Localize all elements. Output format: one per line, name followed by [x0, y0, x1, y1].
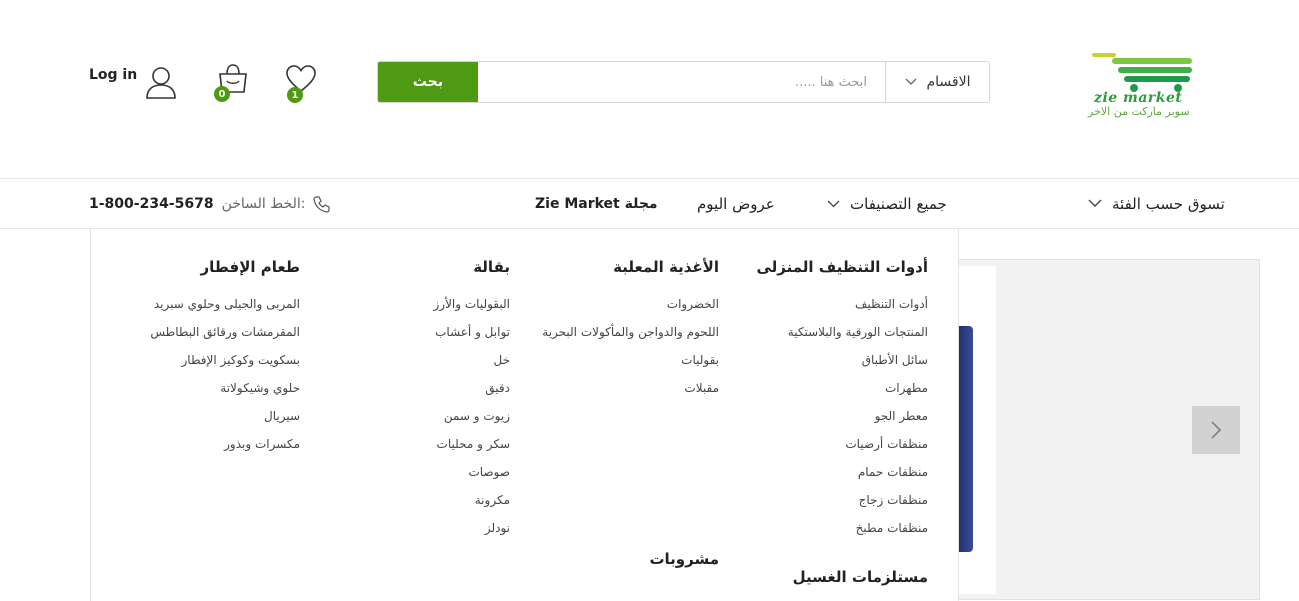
nav-shop-by-category[interactable]: تسوق حسب الفئة: [1088, 179, 1225, 228]
nav-shop-by-category-label: تسوق حسب الفئة: [1112, 194, 1225, 213]
chevron-down-icon: [1088, 199, 1102, 207]
menu-column-title[interactable]: بقالة: [310, 258, 510, 276]
menu-item[interactable]: المربى والجيلى وحلوي سبريد: [100, 296, 300, 324]
nav-magazine-label: مجلة Zie Market: [535, 195, 658, 212]
menu-item[interactable]: أدوات التنظيف: [728, 296, 928, 324]
chevron-right-icon: [1211, 421, 1222, 439]
main-nav: تسوق حسب الفئة جميع التصنيفات عروض اليوم…: [0, 178, 1299, 229]
menu-list: المربى والجيلى وحلوي سبريد المقرمشات ورق…: [100, 296, 300, 464]
menu-column-title[interactable]: الأغذية المعلبة: [499, 258, 719, 276]
menu-column-household-cleaning: أدوات التنظيف المنزلى أدوات التنظيف المن…: [728, 229, 928, 601]
category-select-label: الاقسام: [926, 74, 971, 90]
nav-todays-deals[interactable]: عروض اليوم: [697, 179, 775, 228]
menu-column-title[interactable]: أدوات التنظيف المنزلى: [728, 258, 928, 276]
logo-cart-icon: [1092, 53, 1192, 92]
menu-item[interactable]: مقبلات: [499, 380, 719, 408]
menu-item[interactable]: منظفات أرضيات: [728, 436, 928, 464]
menu-item[interactable]: خل: [310, 352, 510, 380]
menu-column-grocery: بقالة البقوليات والأرز توابل و أعشاب خل …: [310, 229, 511, 548]
menu-item[interactable]: سكر و محليات: [310, 436, 510, 464]
menu-item[interactable]: منظفات مطبخ: [728, 520, 928, 548]
menu-item[interactable]: معطر الجو: [728, 408, 928, 436]
site-header: zie market سوبر ماركت من الاخر بحث الاقس…: [0, 0, 1299, 178]
menu-item[interactable]: دقيق: [310, 380, 510, 408]
hotline[interactable]: 1-800-234-5678 الخط الساخن:: [89, 179, 331, 228]
menu-item[interactable]: نودلز: [310, 520, 510, 548]
chevron-down-icon: [827, 200, 840, 207]
menu-item[interactable]: مطهرات: [728, 380, 928, 408]
menu-list: أدوات التنظيف المنتجات الورقية والبلاستك…: [728, 296, 928, 548]
user-icon[interactable]: [145, 66, 177, 100]
search-bar: بحث الاقسام: [377, 61, 990, 103]
menu-item[interactable]: منظفات حمام: [728, 464, 928, 492]
nav-todays-deals-label: عروض اليوم: [697, 194, 775, 213]
phone-icon: [313, 195, 331, 213]
menu-item[interactable]: منظفات زجاج: [728, 492, 928, 520]
cart-button[interactable]: 0: [212, 62, 252, 104]
menu-item[interactable]: بقوليات: [499, 352, 719, 380]
search-button[interactable]: بحث: [378, 62, 478, 102]
search-input[interactable]: [478, 62, 885, 102]
menu-list: البقوليات والأرز توابل و أعشاب خل دقيق ز…: [310, 296, 511, 548]
menu-item[interactable]: زيوت و سمن: [310, 408, 510, 436]
menu-item[interactable]: الخضروات: [499, 296, 719, 324]
nav-magazine[interactable]: مجلة Zie Market: [535, 179, 658, 228]
login-link[interactable]: Log in: [89, 67, 137, 83]
menu-item[interactable]: سيريال: [100, 408, 300, 436]
wishlist-button[interactable]: 1: [284, 64, 318, 104]
menu-item[interactable]: صوصات: [310, 464, 510, 492]
logo-tagline: سوبر ماركت من الاخر: [1088, 105, 1190, 118]
menu-column-canned-food: الأغذية المعلبة الخضروات اللحوم والدواجن…: [499, 229, 719, 588]
menu-item[interactable]: حلوي وشيكولاتة: [100, 380, 300, 408]
menu-column-title[interactable]: مستلزمات الغسيل: [728, 568, 928, 586]
menu-item[interactable]: سائل الأطباق: [728, 352, 928, 380]
slide-card: [959, 266, 996, 594]
logo-brand-text: zie market: [1094, 90, 1183, 106]
product-image: [959, 326, 973, 552]
nav-all-categories-label: جميع التصنيفات: [850, 194, 947, 213]
hotline-label: الخط الساخن:: [221, 195, 306, 212]
slider-next-button[interactable]: [1192, 406, 1240, 454]
hotline-number: 1-800-234-5678: [89, 195, 214, 212]
chevron-down-icon: [905, 78, 916, 85]
menu-item[interactable]: اللحوم والدواجن والمأكولات البحرية: [499, 324, 719, 352]
menu-list: الخضروات اللحوم والدواجن والمأكولات البح…: [499, 296, 719, 408]
menu-item[interactable]: بسكويت وكوكيز الإفطار: [100, 352, 301, 380]
menu-item[interactable]: المقرمشات ورقائق البطاطس: [100, 324, 300, 352]
menu-column-title[interactable]: مشروبات: [499, 550, 719, 568]
menu-item[interactable]: مكرونة: [310, 492, 510, 520]
menu-column-breakfast: طعام الإفطار المربى والجيلى وحلوي سبريد …: [100, 229, 300, 464]
category-select[interactable]: الاقسام: [885, 62, 989, 102]
menu-item[interactable]: توابل و أعشاب: [310, 324, 510, 352]
menu-column-title[interactable]: طعام الإفطار: [100, 258, 300, 276]
menu-item[interactable]: المنتجات الورقية والبلاستكية: [728, 324, 928, 352]
wishlist-count-badge: 1: [287, 87, 303, 103]
menu-item[interactable]: البقوليات والأرز: [310, 296, 511, 324]
mega-menu: أدوات التنظيف المنزلى أدوات التنظيف المن…: [90, 229, 959, 601]
site-logo[interactable]: zie market سوبر ماركت من الاخر: [1086, 50, 1226, 122]
cart-count-badge: 0: [214, 86, 230, 102]
nav-all-categories[interactable]: جميع التصنيفات: [827, 179, 947, 228]
menu-item[interactable]: مكسرات وبذور: [100, 436, 300, 464]
